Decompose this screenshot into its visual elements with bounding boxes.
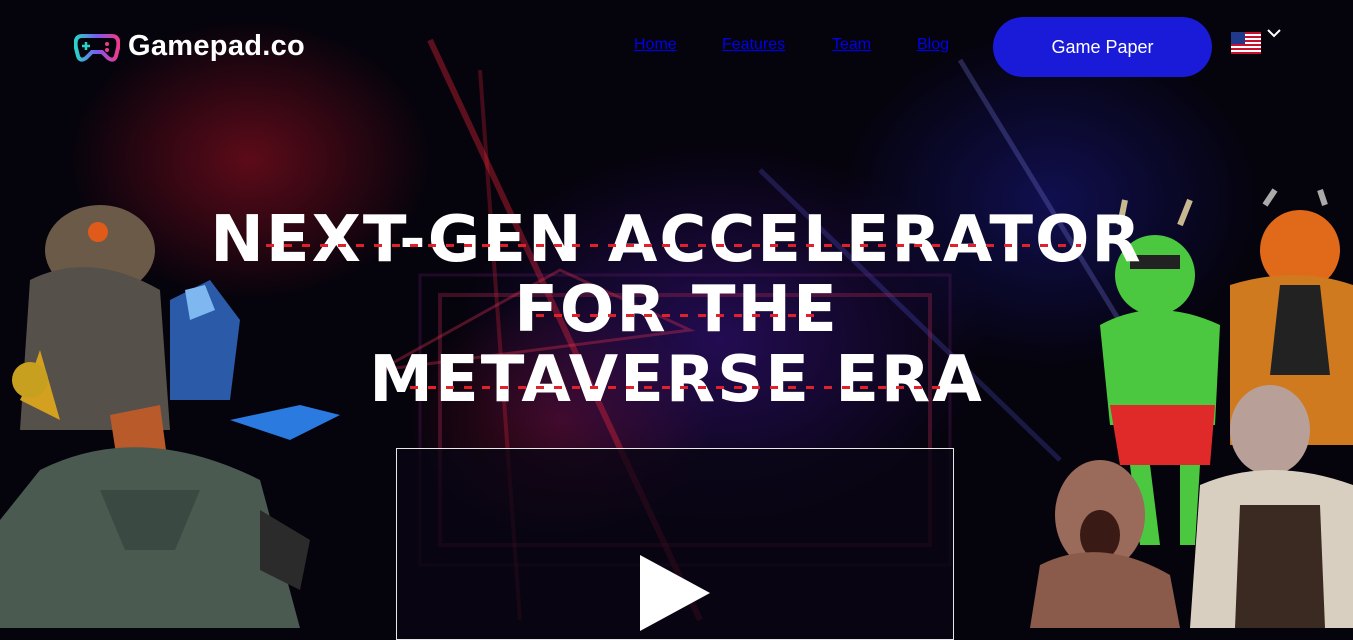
headline-line-3: METAVERSE ERA <box>369 343 984 417</box>
glitch-dash <box>266 244 1081 247</box>
nav-item-blog[interactable]: Blog <box>917 36 949 54</box>
glitch-dash <box>410 386 940 389</box>
play-icon[interactable] <box>640 555 710 631</box>
us-flag-icon <box>1231 32 1261 54</box>
brand-name: Gamepad.co <box>128 30 306 62</box>
glitch-dash <box>536 314 816 317</box>
gamepad-icon <box>74 33 120 62</box>
nav-item-features[interactable]: Features <box>722 36 785 54</box>
headline-line-2: FOR THE <box>514 273 839 347</box>
hero-headline: NEXT-GEN ACCELERATOR FOR THE METAVERSE E… <box>0 205 1353 415</box>
nav-item-team[interactable]: Team <box>832 36 871 54</box>
nav-item-home[interactable]: Home <box>634 36 677 54</box>
game-paper-button[interactable]: Game Paper <box>993 17 1212 77</box>
brand-logo[interactable]: Gamepad.co <box>74 30 305 63</box>
chevron-down-icon <box>1267 29 1281 38</box>
site-header: Gamepad.co Home Features Team Blog Game … <box>0 0 1353 92</box>
headline-line-1: NEXT-GEN ACCELERATOR <box>210 203 1143 277</box>
language-selector[interactable] <box>1231 29 1281 54</box>
